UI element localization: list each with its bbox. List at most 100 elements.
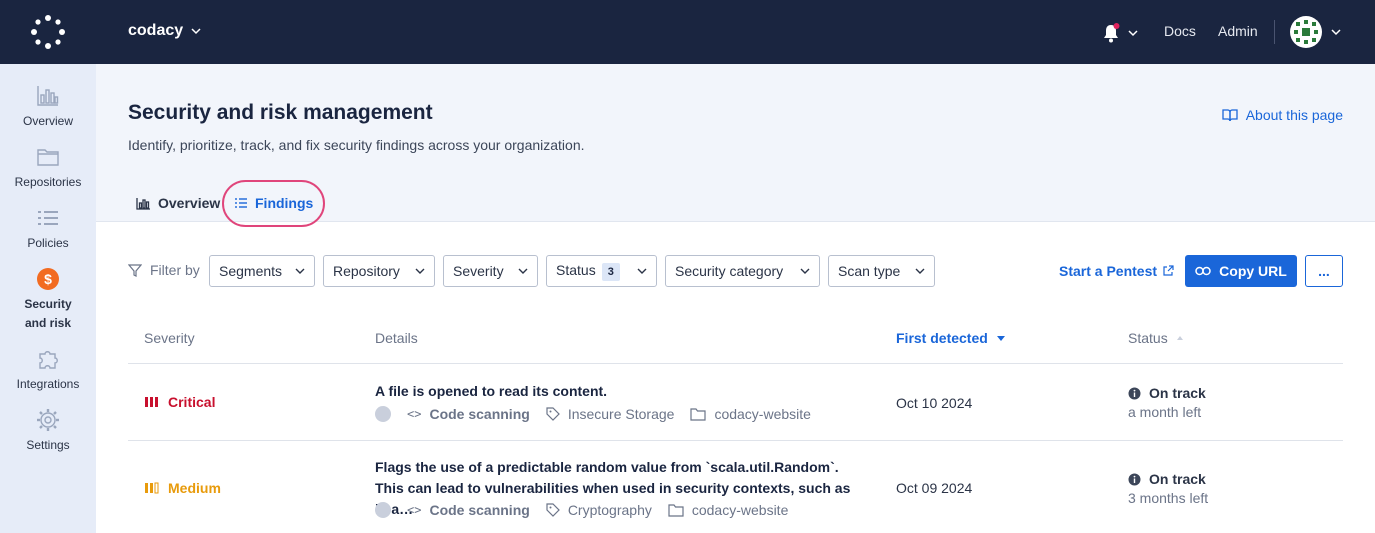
sidebar-item-label: Integrations (16, 377, 80, 391)
organization-name: codacy (128, 22, 184, 39)
security-category-filter[interactable]: Security category (665, 255, 820, 287)
code-icon: <> (407, 503, 422, 517)
severity-badge: Medium (144, 480, 221, 496)
sidebar: Overview Repositories Policies $ Securit… (0, 64, 96, 533)
highlight-ring (222, 180, 325, 227)
chevron-down-icon (800, 268, 810, 274)
severity-medium-icon (145, 482, 159, 494)
severity-badge: Critical (144, 394, 215, 410)
puzzle-icon (39, 351, 58, 369)
dollar-shield-icon: $ (37, 268, 59, 290)
status-cell: On track 3 months left (1128, 471, 1208, 506)
avatar (375, 502, 391, 518)
finding-title[interactable]: A file is opened to read its content. (375, 381, 865, 402)
admin-link[interactable]: Admin (1218, 23, 1258, 39)
status-filter[interactable]: Status 3 (546, 255, 657, 287)
start-pentest-link[interactable]: Start a Pentest (1059, 263, 1174, 279)
severity-label: Medium (168, 480, 221, 496)
severity-label: Critical (168, 394, 216, 410)
avatar (375, 406, 391, 422)
select-label: Segments (219, 263, 283, 279)
divider (1274, 20, 1275, 44)
status-label: On track (1149, 385, 1206, 401)
sidebar-item-policies[interactable]: Policies (0, 206, 96, 253)
chevron-down-icon (915, 268, 925, 274)
tab-overview[interactable]: Overview (136, 195, 220, 211)
select-label: Security category (675, 263, 784, 279)
sort-desc-icon (996, 336, 1005, 341)
sidebar-item-overview[interactable]: Overview (0, 84, 96, 131)
folder-icon (37, 149, 59, 166)
organization-selector[interactable]: codacy (128, 22, 201, 40)
status-label: On track (1149, 471, 1206, 487)
scan-type: Code scanning (429, 502, 530, 518)
status-time-left: a month left (1128, 404, 1202, 420)
sidebar-item-label: Repositories (14, 175, 82, 189)
sidebar-item-label: Policies (27, 236, 69, 250)
sort-asc-icon (1176, 336, 1183, 340)
security-category: Cryptography (567, 502, 652, 518)
more-options-button[interactable]: ... (1305, 255, 1343, 287)
tag-icon (546, 503, 560, 517)
notifications-button[interactable] (1102, 22, 1142, 44)
severity-critical-icon (145, 397, 158, 407)
repository-name: codacy-website (714, 406, 811, 422)
first-detected-date: Oct 09 2024 (896, 480, 973, 496)
about-page-label: About this page (1245, 107, 1343, 123)
chevron-down-icon (1128, 30, 1138, 37)
sidebar-item-security[interactable]: $ Security and risk (0, 267, 96, 333)
book-icon (1222, 109, 1238, 122)
link-icon (1195, 266, 1211, 276)
sidebar-item-repositories[interactable]: Repositories (0, 145, 96, 192)
user-avatar[interactable] (1290, 16, 1322, 48)
sidebar-item-settings[interactable]: Settings (0, 408, 96, 455)
column-header-first-detected[interactable]: First detected (896, 330, 1006, 346)
pentest-label: Start a Pentest (1059, 263, 1158, 279)
sidebar-item-integrations[interactable]: Integrations (0, 347, 96, 394)
folder-icon (668, 503, 684, 517)
bar-chart-icon (136, 197, 150, 210)
column-header-details: Details (375, 330, 418, 346)
about-page-link[interactable]: About this page (1222, 107, 1343, 123)
sidebar-item-label: and risk (24, 316, 72, 330)
finding-meta: <> Code scanning Cryptography codacy-web… (375, 502, 788, 518)
divider (128, 440, 1343, 441)
page-title: Security and risk management (128, 101, 433, 124)
column-header-severity[interactable]: Severity (144, 330, 195, 346)
status-count-badge: 3 (601, 262, 620, 281)
sidebar-item-label: Overview (22, 114, 73, 128)
scan-type-filter[interactable]: Scan type (828, 255, 935, 287)
column-header-status[interactable]: Status (1128, 330, 1184, 346)
bell-icon (1104, 23, 1120, 43)
status-time-left: 3 months left (1128, 490, 1209, 506)
severity-filter[interactable]: Severity (443, 255, 538, 287)
docs-link[interactable]: Docs (1164, 23, 1196, 39)
select-label: Severity (453, 263, 504, 279)
scan-type: Code scanning (429, 406, 530, 422)
filter-by-text: Filter by (150, 262, 200, 278)
chevron-down-icon (295, 268, 305, 274)
chevron-down-icon (415, 268, 425, 274)
security-category: Insecure Storage (567, 406, 675, 422)
select-label: Status (556, 261, 596, 278)
chevron-down-icon (518, 268, 528, 274)
finding-meta: <> Code scanning Insecure Storage codacy… (375, 406, 811, 422)
column-header-label: First detected (896, 330, 988, 346)
status-cell: On track a month left (1128, 385, 1206, 420)
repository-name: codacy-website (691, 502, 789, 518)
codacy-logo-icon[interactable] (30, 14, 66, 50)
info-icon (1128, 387, 1141, 399)
repository-filter[interactable]: Repository (323, 255, 435, 287)
code-icon: <> (407, 407, 422, 421)
copy-url-label: Copy URL (1219, 263, 1287, 279)
tag-icon (546, 407, 560, 421)
copy-url-button[interactable]: Copy URL (1185, 255, 1297, 287)
top-bar: codacy Docs Admin (0, 0, 1375, 64)
tab-label: Overview (158, 195, 221, 211)
chevron-down-icon[interactable] (1331, 27, 1341, 37)
filter-by-label: Filter by (128, 262, 200, 278)
folder-icon (690, 407, 707, 421)
chevron-down-icon (637, 268, 647, 274)
sidebar-item-label: Security (24, 297, 72, 311)
segments-filter[interactable]: Segments (209, 255, 315, 287)
